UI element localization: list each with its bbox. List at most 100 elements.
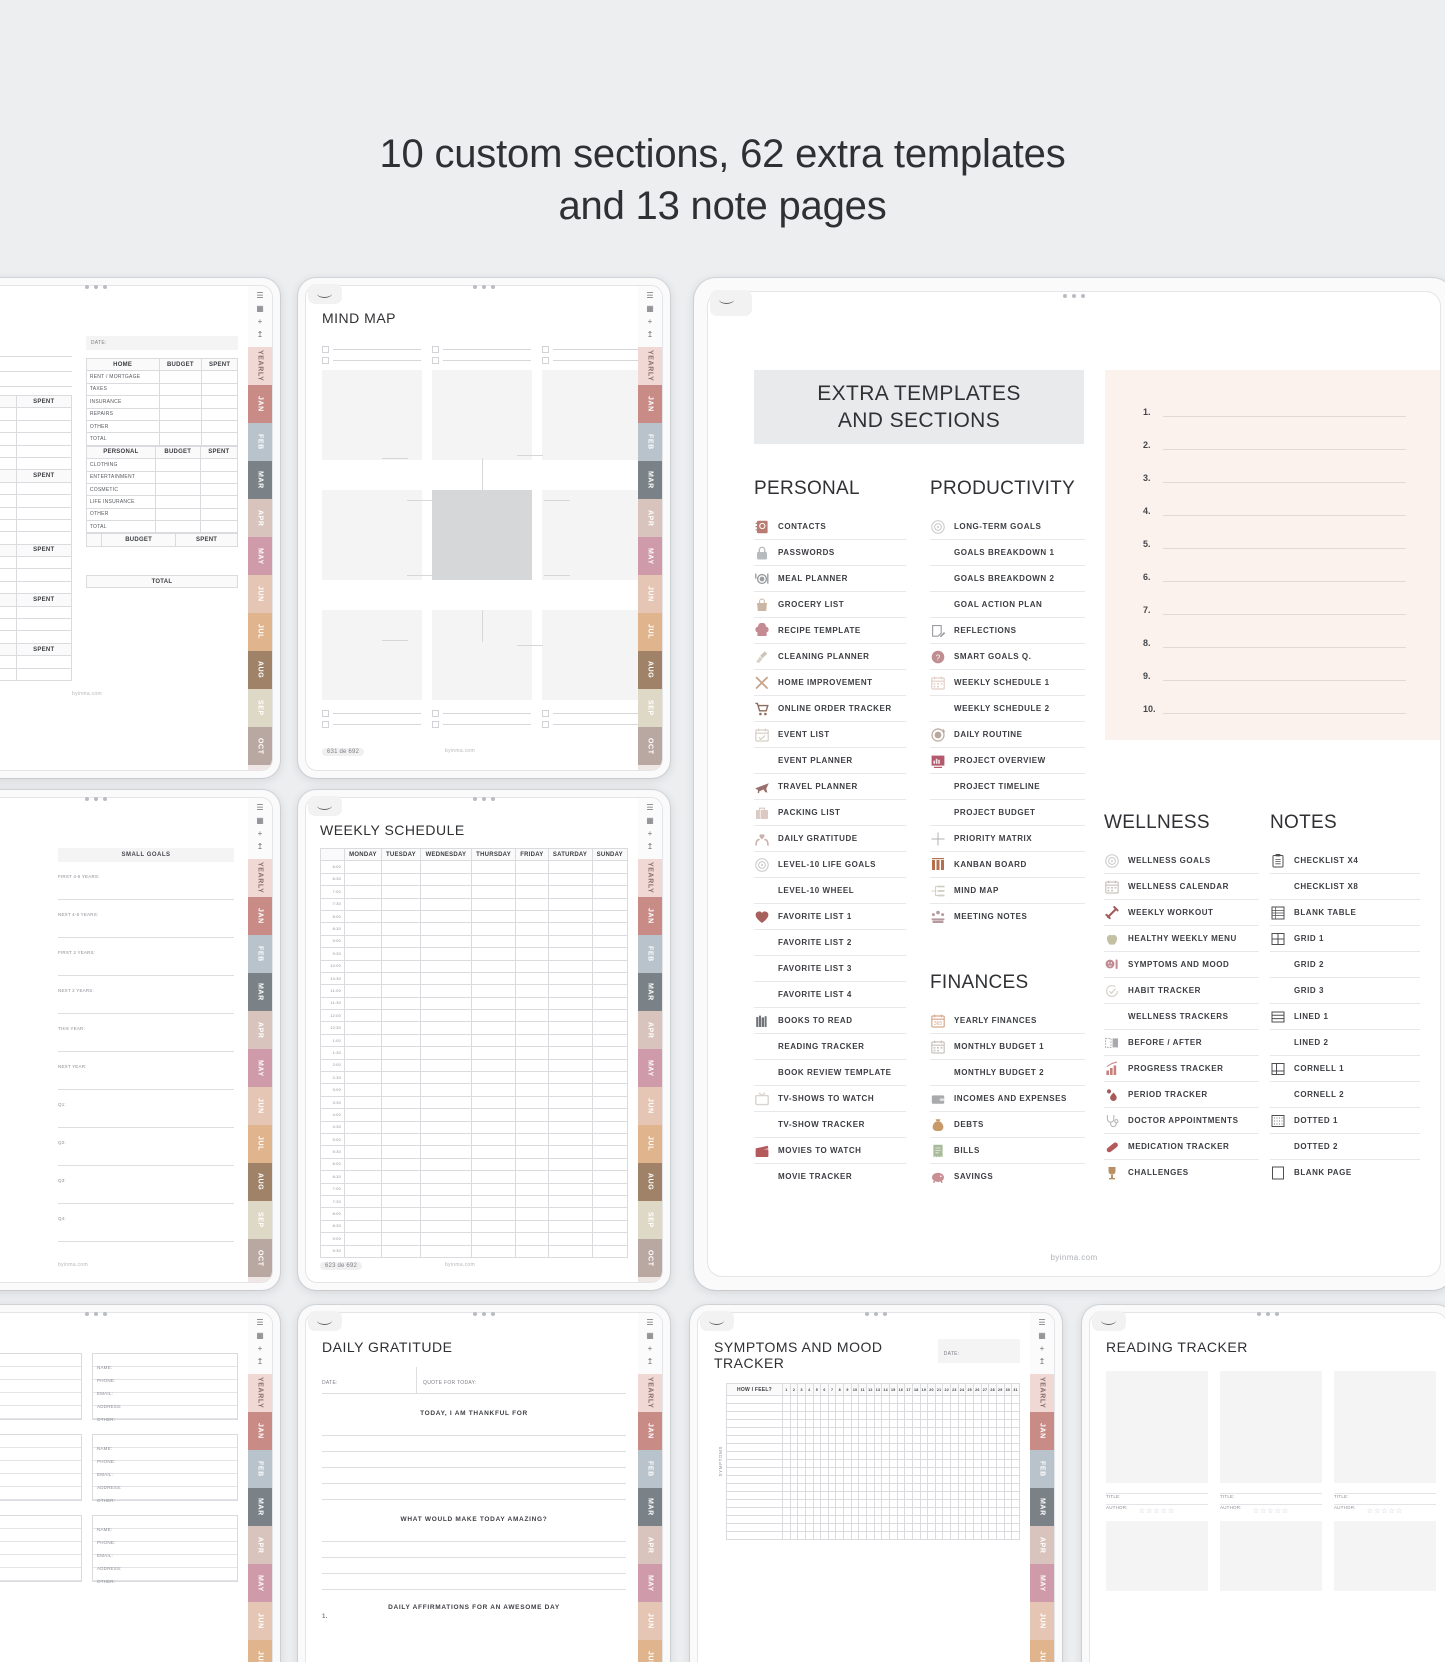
symptom-cell[interactable] (951, 1460, 959, 1468)
contact-field[interactable]: PHONE: (0, 1367, 81, 1380)
book-field[interactable]: TITLE: (1106, 1483, 1208, 1494)
symptom-cell[interactable] (783, 1396, 791, 1404)
template-item[interactable]: BLANK PAGE (1270, 1160, 1420, 1186)
template-item[interactable]: PROJECT TIMELINE (930, 774, 1085, 800)
budget-cell[interactable] (159, 396, 202, 408)
symptom-cell[interactable] (966, 1404, 974, 1412)
symptom-cell[interactable] (859, 1452, 867, 1460)
numbered-list-item[interactable]: 3. (1143, 472, 1406, 483)
template-item[interactable]: PROJECT BUDGET (930, 800, 1085, 826)
schedule-cell[interactable] (421, 1034, 472, 1046)
goal-row[interactable]: Q1: (58, 1090, 234, 1128)
mindmap-bullet[interactable] (322, 346, 329, 353)
symptom-cell[interactable] (958, 1460, 966, 1468)
template-item[interactable]: DOTTED 1 (1270, 1108, 1420, 1134)
schedule-cell[interactable] (345, 1072, 382, 1084)
symptom-cell[interactable] (889, 1508, 897, 1516)
book-field[interactable]: TITLE: (1334, 1483, 1436, 1494)
list-icon[interactable]: ☰ (646, 292, 653, 300)
month-tab-feb[interactable]: FEB (248, 935, 272, 973)
template-item[interactable]: KANBAN BOARD (930, 852, 1085, 878)
book-notes-placeholder[interactable] (1106, 1521, 1208, 1591)
symptom-cell[interactable] (836, 1500, 844, 1508)
month-tab-nov[interactable]: NOV (638, 1277, 662, 1282)
symptom-cell[interactable] (905, 1420, 913, 1428)
schedule-cell[interactable] (516, 1034, 548, 1046)
schedule-cell[interactable] (548, 1059, 592, 1071)
schedule-cell[interactable] (548, 1146, 592, 1158)
symptom-cell[interactable] (928, 1412, 936, 1420)
symptom-cell[interactable] (805, 1532, 813, 1540)
symptom-cell[interactable] (989, 1524, 997, 1532)
schedule-cell[interactable] (592, 861, 627, 873)
month-tab-jan[interactable]: JAN (248, 1412, 272, 1450)
symptom-cell[interactable] (821, 1412, 829, 1420)
plus-icon[interactable]: + (648, 830, 653, 838)
mindmap-center-node[interactable] (432, 490, 532, 580)
symptom-cell[interactable] (874, 1452, 882, 1460)
symptom-cell[interactable] (813, 1500, 821, 1508)
symptom-cell[interactable] (813, 1436, 821, 1444)
schedule-cell[interactable] (345, 1133, 382, 1145)
template-item[interactable]: DEBTS (930, 1112, 1085, 1138)
symptom-cell[interactable] (996, 1428, 1004, 1436)
symptom-cell[interactable] (836, 1412, 844, 1420)
symptom-cell[interactable] (783, 1412, 791, 1420)
symptom-cell[interactable] (1012, 1516, 1020, 1524)
schedule-cell[interactable] (592, 886, 627, 898)
symptom-cell[interactable] (882, 1468, 890, 1476)
schedule-cell[interactable] (471, 1121, 515, 1133)
schedule-cell[interactable] (345, 1195, 382, 1207)
plus-icon[interactable]: + (648, 1345, 653, 1353)
schedule-cell[interactable] (548, 1022, 592, 1034)
symptom-cell[interactable] (935, 1452, 943, 1460)
symptom-cell[interactable] (958, 1484, 966, 1492)
symptom-cell[interactable] (828, 1436, 836, 1444)
contact-field[interactable]: NAME: (93, 1354, 237, 1367)
month-tab-jan[interactable]: JAN (248, 897, 272, 935)
symptom-cell[interactable] (851, 1404, 859, 1412)
symptom-cell[interactable] (958, 1500, 966, 1508)
schedule-cell[interactable] (471, 1208, 515, 1220)
budget-cell[interactable] (202, 371, 238, 383)
book-cover-placeholder[interactable] (1334, 1371, 1436, 1483)
mindmap-node[interactable] (542, 370, 642, 460)
symptom-cell[interactable] (859, 1460, 867, 1468)
template-item[interactable]: GRID 2 (1270, 952, 1420, 978)
symptom-cell[interactable] (805, 1428, 813, 1436)
template-item[interactable]: MEAL PLANNER (754, 566, 906, 592)
symptom-cell[interactable] (874, 1420, 882, 1428)
schedule-cell[interactable] (345, 985, 382, 997)
month-tab-jul[interactable]: JUL (248, 1125, 272, 1163)
symptom-cell[interactable] (951, 1444, 959, 1452)
symptom-cell[interactable] (821, 1492, 829, 1500)
budget-cell[interactable] (200, 496, 237, 508)
symptom-cell[interactable] (889, 1524, 897, 1532)
symptom-cell[interactable] (836, 1396, 844, 1404)
month-tab-apr[interactable]: APR (248, 1526, 272, 1564)
symptom-cell[interactable] (889, 1484, 897, 1492)
month-rail-goals[interactable]: ☰▦+↥YEARLYJANFEBMARAPRMAYJUNJULAUGSEPOCT… (248, 798, 272, 1282)
schedule-cell[interactable] (381, 1072, 420, 1084)
symptom-cell[interactable] (958, 1428, 966, 1436)
budget-cell[interactable] (202, 420, 238, 432)
symptom-cell[interactable] (790, 1420, 798, 1428)
symptom-cell[interactable] (882, 1412, 890, 1420)
symptom-cell[interactable] (813, 1444, 821, 1452)
template-item[interactable]: CORNELL 2 (1270, 1082, 1420, 1108)
schedule-cell[interactable] (421, 1084, 472, 1096)
schedule-cell[interactable] (592, 873, 627, 885)
symptom-cell[interactable] (920, 1412, 928, 1420)
schedule-cell[interactable] (381, 1245, 420, 1257)
symptom-cell[interactable] (1004, 1532, 1012, 1540)
symptom-cell[interactable] (867, 1452, 875, 1460)
symptom-cell[interactable] (783, 1484, 791, 1492)
symptom-cell[interactable] (951, 1420, 959, 1428)
symptom-cell[interactable] (905, 1460, 913, 1468)
schedule-cell[interactable] (345, 1034, 382, 1046)
contact-card[interactable]: NAME: PHONE: EMAIL: ADDRESS: OTHER: (0, 1515, 82, 1582)
symptom-cell[interactable] (905, 1436, 913, 1444)
contact-card[interactable]: NAME: PHONE: EMAIL: ADDRESS: OTHER: (92, 1515, 238, 1582)
schedule-cell[interactable] (421, 948, 472, 960)
symptom-cell[interactable] (828, 1444, 836, 1452)
